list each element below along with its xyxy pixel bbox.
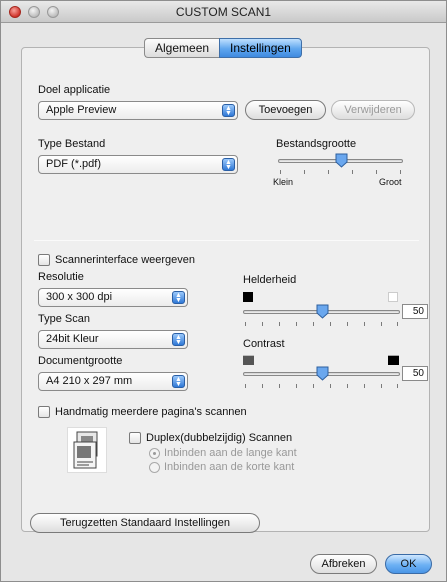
file-size-slider[interactable] — [278, 153, 403, 168]
ok-button[interactable]: OK — [385, 554, 432, 574]
target-app-select[interactable]: Apple Preview ▲ ▼ — [38, 101, 238, 120]
file-size-label: Bestandsgrootte — [276, 138, 357, 150]
brightness-value-field[interactable]: 50 — [402, 304, 428, 319]
contrast-ticks — [245, 384, 398, 388]
light-square-icon — [388, 292, 398, 302]
contrast-label: Contrast — [243, 338, 285, 350]
duplex-short-edge-label: Inbinden aan de korte kant — [164, 461, 295, 473]
multi-page-checkbox[interactable] — [38, 406, 50, 418]
cancel-button[interactable]: Afbreken — [310, 554, 377, 574]
duplex-checkbox[interactable] — [129, 432, 141, 444]
scanner-interface-label: Scannerinterface weergeven — [55, 254, 196, 266]
duplex-short-edge-radio[interactable] — [149, 462, 160, 473]
multi-page-label: Handmatig meerdere pagina's scannen — [55, 406, 247, 418]
scan-type-label: Type Scan — [38, 313, 90, 325]
duplex-long-edge-radio[interactable] — [149, 448, 160, 459]
brightness-slider-thumb[interactable] — [316, 304, 329, 319]
tab-settings[interactable]: Instellingen — [219, 38, 302, 58]
popup-arrows-icon: ▲ ▼ — [172, 291, 185, 304]
target-app-label: Doel applicatie — [38, 84, 111, 96]
brightness-slider[interactable] — [243, 304, 400, 319]
scan-type-value: 24bit Kleur — [46, 333, 99, 345]
file-size-ticks — [280, 170, 401, 174]
file-type-value: PDF (*.pdf) — [46, 158, 102, 170]
tab-bar: Algemeen Instellingen — [144, 38, 302, 58]
reset-defaults-button[interactable]: Terugzetten Standaard Instellingen — [30, 513, 260, 533]
window-title: CUSTOM SCAN1 — [175, 5, 272, 19]
document-size-value: A4 210 x 297 mm — [46, 375, 133, 387]
resolution-value: 300 x 300 dpi — [46, 291, 113, 303]
popup-arrows-icon: ▲ ▼ — [172, 333, 185, 346]
title-bar[interactable]: CUSTOM SCAN1 — [1, 1, 446, 23]
add-button[interactable]: Toevoegen — [245, 100, 326, 120]
scanner-interface-checkbox[interactable] — [38, 254, 50, 266]
file-size-min-label: Klein — [273, 177, 294, 187]
high-contrast-icon: ▬ ▬ ▬ — [388, 350, 399, 368]
file-type-label: Type Bestand — [38, 138, 106, 150]
duplex-long-edge-label: Inbinden aan de lange kant — [164, 447, 297, 459]
popup-arrows-icon: ▲ ▼ — [222, 158, 235, 171]
remove-button[interactable]: Verwijderen — [331, 100, 415, 120]
popup-arrows-icon: ▲ ▼ — [222, 104, 235, 117]
resolution-select[interactable]: 300 x 300 dpi ▲ ▼ — [38, 288, 188, 307]
contrast-slider[interactable] — [243, 366, 400, 381]
scan-type-select[interactable]: 24bit Kleur ▲ ▼ — [38, 330, 188, 349]
dark-square-icon — [243, 292, 253, 302]
settings-panel: Doel applicatie Apple Preview ▲ ▼ Toevoeg… — [21, 47, 430, 533]
contrast-slider-thumb[interactable] — [316, 366, 329, 381]
brightness-label: Helderheid — [243, 274, 297, 286]
brightness-ticks — [245, 322, 398, 326]
file-type-select[interactable]: PDF (*.pdf) ▲ ▼ — [38, 155, 238, 174]
tab-general[interactable]: Algemeen — [144, 38, 220, 58]
popup-arrows-icon: ▲ ▼ — [172, 375, 185, 388]
low-contrast-icon: ▬ ▬ ▬ — [243, 350, 254, 368]
duplex-label: Duplex(dubbelzijdig) Scannen — [146, 432, 293, 444]
file-size-slider-thumb[interactable] — [335, 153, 348, 168]
document-size-select[interactable]: A4 210 x 297 mm ▲ ▼ — [38, 372, 188, 391]
contrast-value-field[interactable]: 50 — [402, 366, 428, 381]
document-size-label: Documentgrootte — [38, 355, 123, 367]
custom-scan-dialog: CUSTOM SCAN1 Doel applicatie Apple Previ… — [0, 0, 447, 582]
duplex-illustration — [67, 427, 107, 473]
section-divider — [34, 240, 419, 241]
target-app-value: Apple Preview — [46, 104, 117, 116]
file-size-max-label: Groot — [379, 177, 402, 187]
resolution-label: Resolutie — [38, 271, 84, 283]
